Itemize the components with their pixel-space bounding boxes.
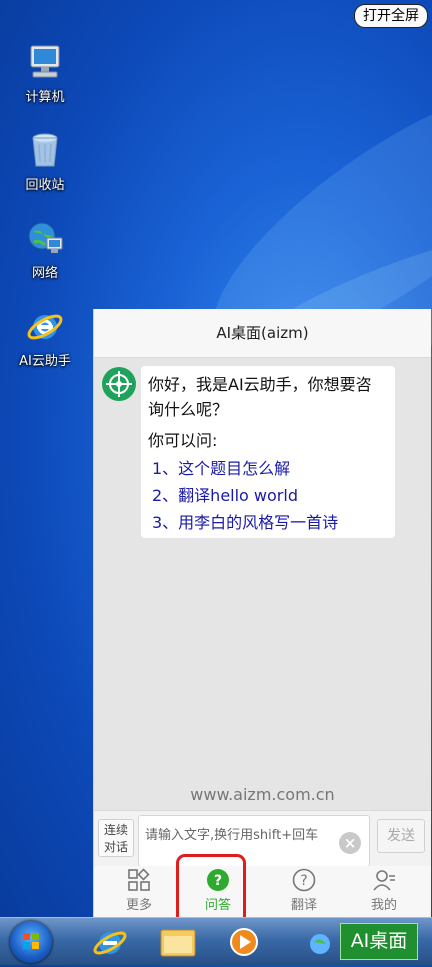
taskbar-network[interactable] [304, 922, 344, 962]
desktop-icon-label: AI云助手 [19, 354, 71, 369]
suggested-question[interactable]: 2、翻译hello world [152, 482, 298, 506]
tab-label: 翻译 [290, 898, 317, 913]
fullscreen-button[interactable]: 打开全屏 [354, 4, 428, 28]
assistant-message: 你好，我是AI云助手，你想要咨询什么呢？ 你可以问: 1、这个题目怎么解 2、翻… [141, 366, 395, 538]
tab-more[interactable]: 更多 [109, 868, 169, 913]
media-player-icon [230, 928, 258, 956]
desktop-icon-network[interactable]: 网络 [8, 218, 82, 281]
bottom-tab-bar: 更多 ? 问答 ? 翻译 我的 [94, 854, 431, 932]
start-button[interactable] [10, 921, 52, 963]
desktop-icon-computer[interactable]: 计算机 [8, 42, 82, 105]
user-icon [372, 868, 396, 892]
ai-desktop-badge[interactable]: AI桌面 [340, 923, 418, 960]
question-outline-icon: ? [292, 868, 316, 892]
input-bar: 连续对话 请输入文字,换行用shift+回车 × 发送 [94, 810, 431, 867]
tab-mine[interactable]: 我的 [354, 868, 414, 913]
send-button[interactable]: 发送 [377, 819, 425, 853]
svg-text:?: ? [300, 873, 307, 889]
continuous-dialog-button[interactable]: 连续对话 [98, 819, 134, 857]
recycle-bin-icon [25, 130, 65, 170]
grid-icon [127, 868, 151, 892]
desktop-icon-label: 计算机 [25, 90, 65, 105]
taskbar-ie[interactable] [90, 922, 130, 962]
suggestion-label: 你可以问: [148, 431, 218, 450]
network-icon [25, 218, 65, 258]
desktop-icon-label: 网络 [31, 266, 58, 281]
suggested-question[interactable]: 3、用李白的风格写一首诗 [152, 509, 338, 533]
network-icon [310, 934, 330, 954]
desktop-icon-recycle-bin[interactable]: 回收站 [8, 130, 82, 193]
tab-label: 更多 [125, 898, 152, 913]
message-input[interactable]: 请输入文字,换行用shift+回车 × [138, 815, 370, 867]
clear-icon[interactable]: × [339, 832, 361, 854]
windows-logo-icon [23, 933, 39, 949]
desktop-icon-label: 回收站 [25, 178, 65, 193]
panel-title: AI桌面(aizm) [94, 309, 431, 358]
taskbar-explorer[interactable] [158, 922, 198, 962]
folder-icon [160, 929, 196, 957]
computer-icon [25, 42, 65, 82]
greeting-text: 你好，我是AI云助手，你想要咨询什么呢？ [148, 375, 372, 419]
site-watermark: www.aizm.com.cn [190, 785, 335, 804]
desktop-icon-ai-assistant[interactable]: AI云助手 [8, 306, 82, 369]
taskbar: AI桌面 [0, 917, 432, 965]
tab-label: 我的 [370, 898, 397, 913]
input-placeholder: 请输入文字,换行用shift+回车 [145, 828, 319, 843]
ie-icon [25, 306, 65, 346]
ie-icon [93, 931, 127, 955]
suggested-question[interactable]: 1、这个题目怎么解 [152, 455, 290, 479]
assistant-avatar [102, 367, 136, 401]
taskbar-media-player[interactable] [226, 922, 266, 962]
ai-chat-panel: AI桌面(aizm) 你好，我是AI云助手，你想要咨询什么呢？ 你可以问: 1、… [93, 309, 431, 932]
tab-translate[interactable]: ? 翻译 [274, 868, 334, 913]
